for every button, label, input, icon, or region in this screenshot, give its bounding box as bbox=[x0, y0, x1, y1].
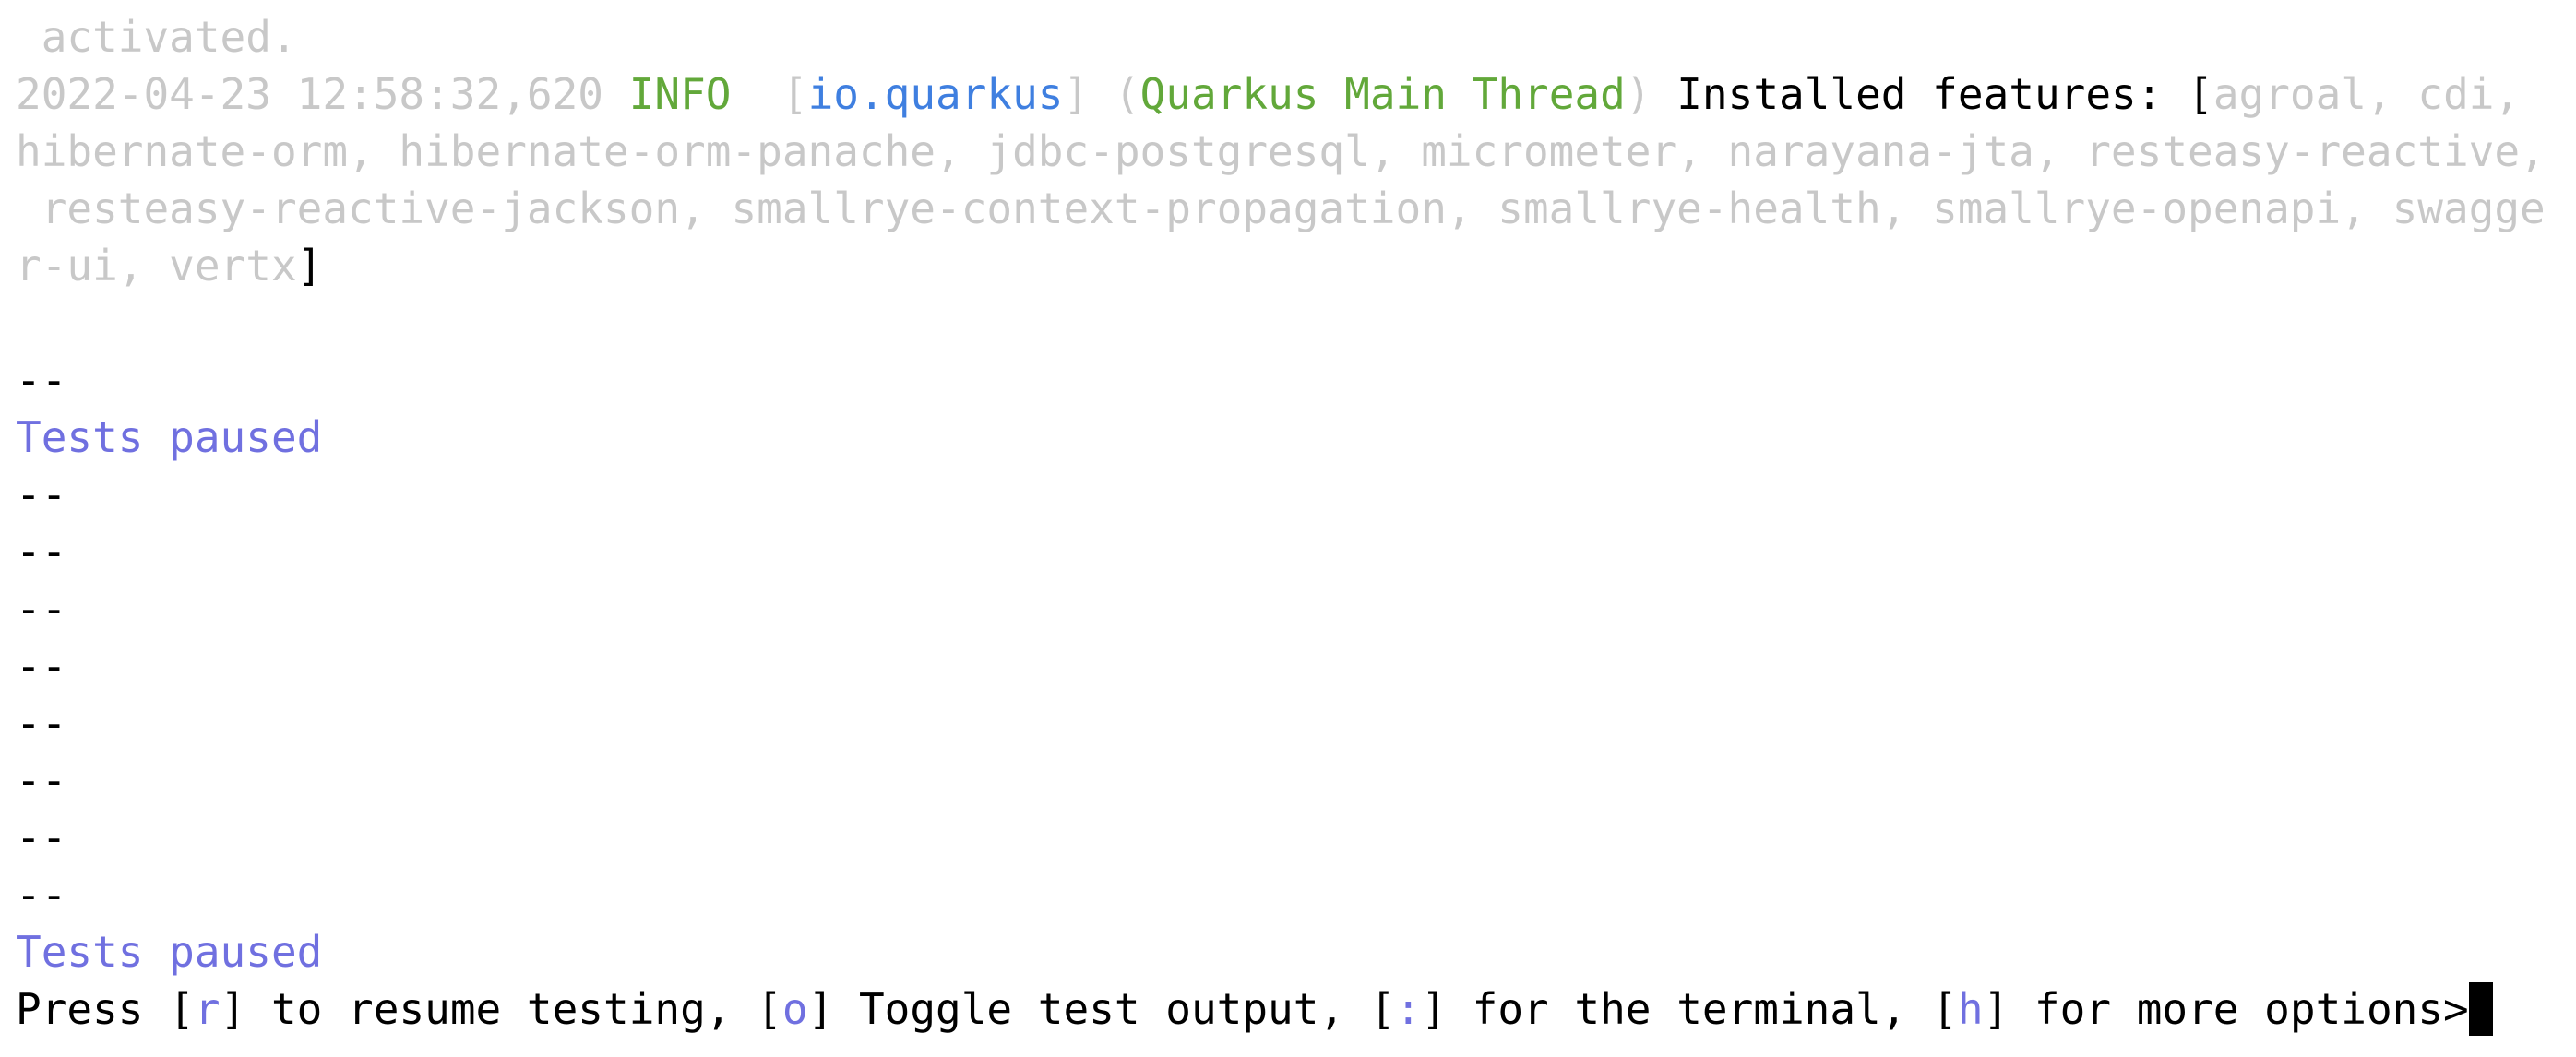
features-list-part2: hibernate-orm, hibernate-orm-panache, jd… bbox=[16, 126, 2546, 176]
features-list-part1: agroal, cdi, bbox=[2212, 69, 2521, 119]
prompt-text-press: Press [ bbox=[16, 984, 195, 1034]
logger-name: io.quarkus bbox=[807, 69, 1064, 119]
separator-line: -- bbox=[16, 641, 67, 691]
features-close-bracket: ] bbox=[296, 241, 323, 291]
thread-open-paren: ( bbox=[1114, 69, 1140, 119]
prompt-text-resume: ] to resume testing, [ bbox=[220, 984, 782, 1034]
prompt-text-toggle: ] Toggle test output, [ bbox=[807, 984, 1396, 1034]
key-toggle-output[interactable]: o bbox=[782, 984, 808, 1034]
separator-line: -- bbox=[16, 755, 67, 805]
thread-name: Quarkus Main Thread bbox=[1139, 69, 1626, 119]
features-list-part3: resteasy-reactive-jackson, smallrye-cont… bbox=[16, 184, 2546, 233]
features-list-part4: r-ui, vertx] bbox=[16, 237, 322, 294]
log-message: Installed features: [ bbox=[1676, 69, 2213, 119]
separator-line: -- bbox=[16, 870, 67, 920]
features-list-tail: r-ui, vertx bbox=[16, 241, 297, 291]
separator-line: -- bbox=[16, 355, 67, 405]
separator-line: -- bbox=[16, 698, 67, 748]
log-line-activated: activated. bbox=[16, 12, 297, 62]
separator-line: -- bbox=[16, 813, 67, 862]
terminal-window[interactable]: activated. 2022-04-23 12:58:32,620 INFO … bbox=[0, 0, 2576, 1057]
tests-paused-status: Tests paused bbox=[16, 927, 323, 977]
prompt-text-terminal: ] for the terminal, [ bbox=[1421, 984, 1958, 1034]
tests-paused-status: Tests paused bbox=[16, 412, 323, 462]
logger-open-bracket: [ bbox=[781, 69, 808, 119]
separator-line: -- bbox=[16, 527, 67, 576]
separator-line: -- bbox=[16, 469, 67, 519]
logger-close-bracket: ] bbox=[1063, 69, 1090, 119]
thread-close-paren: ) bbox=[1625, 69, 1652, 119]
key-help[interactable]: h bbox=[1958, 984, 1984, 1034]
command-prompt[interactable]: Press [r] to resume testing, [o] Toggle … bbox=[16, 980, 2493, 1038]
log-level: INFO bbox=[628, 69, 732, 119]
prompt-text-more: ] for more options> bbox=[1983, 984, 2469, 1034]
key-resume[interactable]: r bbox=[195, 984, 221, 1034]
separator-line: -- bbox=[16, 584, 67, 634]
text-cursor[interactable] bbox=[2468, 982, 2493, 1036]
log-line-installed-features: 2022-04-23 12:58:32,620 INFO [io.quarkus… bbox=[16, 65, 2520, 123]
key-terminal[interactable]: : bbox=[1396, 984, 1422, 1034]
log-timestamp: 2022-04-23 12:58:32,620 bbox=[16, 69, 603, 119]
